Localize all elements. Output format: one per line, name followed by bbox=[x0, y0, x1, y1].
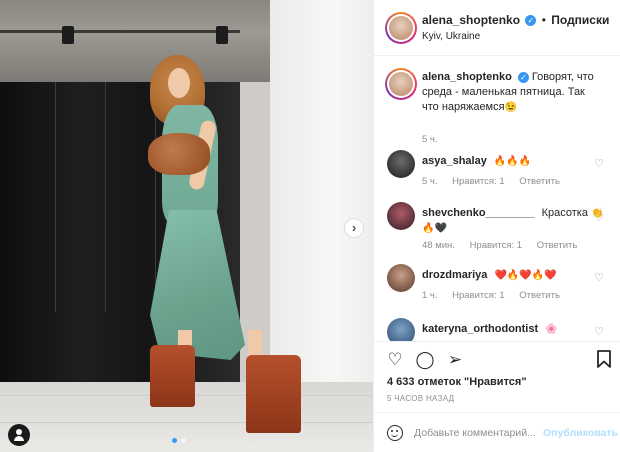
chevron-right-icon: › bbox=[351, 220, 357, 235]
share-icon[interactable]: ➢ bbox=[445, 350, 465, 370]
comment-username[interactable]: kateryna_orthodontist bbox=[422, 323, 538, 335]
comment-input[interactable] bbox=[414, 424, 539, 442]
post-photo[interactable]: › bbox=[0, 0, 373, 452]
comment-meta: 1 ч. Нравится: 1 Ответить bbox=[422, 290, 572, 301]
caption-username[interactable]: alena_shoptenko bbox=[422, 71, 512, 83]
carousel-dots bbox=[172, 438, 186, 443]
ceiling-lamp bbox=[216, 26, 228, 44]
white-wall bbox=[270, 0, 373, 382]
commenter-avatar[interactable] bbox=[387, 318, 415, 341]
comment-meta: 5 ч. Нравится: 1 Ответить bbox=[422, 176, 572, 187]
comment-username[interactable]: shevchenko________ bbox=[422, 207, 535, 219]
comment-emoji: 🔥🖤 bbox=[422, 223, 447, 234]
post-header: alena_shoptenko ✓ • Подписки Kyiv, Ukrai… bbox=[374, 0, 620, 56]
comment-like-heart-icon[interactable]: ♡ bbox=[593, 326, 605, 338]
comment-like-heart-icon[interactable]: ♡ bbox=[593, 272, 605, 284]
ceiling-rail bbox=[0, 30, 240, 33]
publish-button[interactable]: Опубликовать bbox=[543, 427, 618, 439]
comment-icon[interactable]: ◯ bbox=[415, 350, 435, 370]
verified-icon: ✓ bbox=[517, 71, 529, 83]
caption-time: 5 ч. bbox=[422, 134, 438, 145]
comment-emoji: 🔥🔥🔥 bbox=[493, 156, 532, 167]
comment-meta: 48 мин. Нравится: 1 Ответить bbox=[422, 240, 589, 251]
comment-text: asya_shalay 🔥🔥🔥 bbox=[422, 154, 604, 169]
wall-panel-line bbox=[105, 82, 106, 312]
commenter-avatar[interactable] bbox=[387, 202, 415, 230]
comment-like-heart-icon[interactable]: ♡ bbox=[593, 158, 605, 170]
comment-like-heart-icon[interactable]: ♡ bbox=[593, 212, 605, 224]
comment-username[interactable]: drozdmariya bbox=[422, 269, 487, 281]
wall-panel-line bbox=[55, 82, 56, 312]
caption-emoji: 😉 bbox=[504, 102, 518, 113]
woman-face bbox=[168, 68, 190, 98]
post-actions: ♡ ◯ ➢ bbox=[374, 341, 620, 377]
brown-handbag bbox=[148, 133, 210, 175]
red-boot bbox=[150, 345, 195, 407]
author-avatar[interactable] bbox=[385, 68, 417, 100]
comment-likes[interactable]: Нравится: 1 bbox=[470, 240, 522, 251]
floor-line bbox=[0, 422, 373, 423]
author-username[interactable]: alena_shoptenko bbox=[422, 13, 520, 27]
caption-text: alena_shoptenko ✓ Говорят, что среда - мал… bbox=[422, 70, 604, 115]
ceiling-lamp bbox=[62, 26, 74, 44]
likes-count[interactable]: 4 633 отметок "Нравится" bbox=[387, 376, 527, 388]
red-boot bbox=[246, 355, 301, 433]
author-avatar[interactable] bbox=[385, 12, 417, 44]
comment-text: drozdmariya ❤️🔥❤️🔥❤️ bbox=[422, 268, 604, 283]
comment-emoji: 🌸 bbox=[545, 324, 558, 335]
comment-likes[interactable]: Нравится: 1 bbox=[452, 176, 504, 187]
user-tag-icon[interactable] bbox=[8, 424, 30, 446]
commenter-avatar[interactable] bbox=[387, 150, 415, 178]
emoji-icon[interactable] bbox=[387, 425, 403, 441]
comment-emoji: ❤️🔥❤️🔥❤️ bbox=[494, 270, 557, 281]
next-photo-button[interactable]: › bbox=[344, 218, 364, 238]
post-side-panel: alena_shoptenko ✓ • Подписки Kyiv, Ukrai… bbox=[373, 0, 620, 452]
carousel-dot bbox=[181, 438, 186, 443]
post-location[interactable]: Kyiv, Ukraine bbox=[422, 31, 480, 42]
comment-time: 1 ч. bbox=[422, 290, 438, 301]
comment-likes[interactable]: Нравится: 1 bbox=[452, 290, 504, 301]
follow-separator: • bbox=[541, 13, 546, 27]
carousel-dot bbox=[172, 438, 177, 443]
comments-list[interactable]: alena_shoptenko ✓ Говорят, что среда - мал… bbox=[374, 56, 620, 341]
post-time-ago: 5 ЧАСОВ НАЗАД bbox=[387, 394, 455, 403]
comment-text: kateryna_orthodontist 🌸 bbox=[422, 322, 604, 337]
comment-body: Красотка bbox=[541, 207, 588, 219]
verified-icon: ✓ bbox=[525, 15, 537, 27]
header-line: alena_shoptenko ✓ • Подписки bbox=[422, 13, 609, 27]
comment-text: shevchenko________ Красотка 👏 🔥🖤 bbox=[422, 206, 604, 236]
reply-button[interactable]: Ответить bbox=[537, 240, 578, 251]
reply-button[interactable]: Ответить bbox=[519, 290, 560, 301]
following-button[interactable]: Подписки bbox=[551, 13, 609, 27]
comment-username[interactable]: asya_shalay bbox=[422, 155, 487, 167]
add-comment-bar: Опубликовать bbox=[374, 412, 620, 452]
bookmark-icon[interactable] bbox=[594, 350, 614, 370]
comment-time: 5 ч. bbox=[422, 176, 438, 187]
commenter-avatar[interactable] bbox=[387, 264, 415, 292]
reply-button[interactable]: Ответить bbox=[519, 176, 560, 187]
comment-time: 48 мин. bbox=[422, 240, 455, 251]
heart-icon[interactable]: ♡ bbox=[385, 350, 405, 370]
